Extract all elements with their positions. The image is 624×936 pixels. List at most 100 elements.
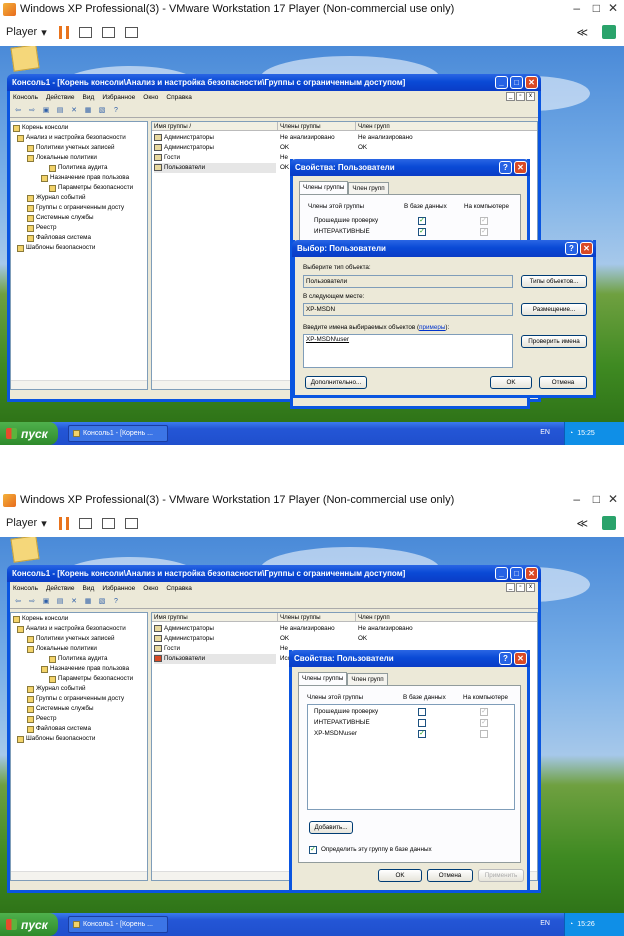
column-header-group[interactable]: Имя группы / bbox=[152, 122, 278, 131]
close-button[interactable]: ✕ bbox=[525, 76, 538, 89]
object-types-button[interactable]: Типы объектов... bbox=[521, 275, 587, 288]
list-item[interactable]: Прошедшие проверку bbox=[314, 217, 378, 224]
tab-member-of[interactable]: Член групп bbox=[348, 182, 389, 194]
language-indicator[interactable]: EN bbox=[540, 920, 550, 927]
up-folder-icon[interactable]: ▣ bbox=[41, 106, 51, 115]
menu-window[interactable]: Окно bbox=[143, 94, 158, 101]
maximize-button[interactable]: □ bbox=[510, 567, 523, 580]
horizontal-scrollbar[interactable] bbox=[11, 380, 147, 389]
tray-icon[interactable]: ◔ bbox=[569, 921, 573, 928]
forward-arrow-icon[interactable]: ⇨ bbox=[27, 106, 37, 115]
pause-icon[interactable] bbox=[58, 25, 69, 39]
vmware-maximize-button[interactable]: □ bbox=[593, 492, 600, 506]
vmware-close-button[interactable]: ✕ bbox=[608, 1, 618, 15]
checkbox[interactable]: ✓ bbox=[418, 217, 426, 225]
define-group-checkbox[interactable]: ✓ bbox=[309, 846, 317, 854]
child-close-button[interactable]: x bbox=[526, 92, 535, 101]
menu-action[interactable]: Действие bbox=[46, 94, 75, 101]
tray-icon[interactable]: ◔ bbox=[569, 430, 573, 437]
taskbar-item-mmc[interactable]: Консоль1 - [Корень ... bbox=[68, 916, 168, 933]
tree-item[interactable]: Файловая система bbox=[27, 233, 91, 243]
tree-item[interactable]: Анализ и настройка безопасности bbox=[17, 133, 126, 143]
column-header-member-of[interactable]: Член групп bbox=[356, 613, 537, 622]
ok-button[interactable]: OK bbox=[378, 869, 422, 882]
tree-item[interactable]: Локальные политики bbox=[27, 644, 97, 654]
table-row[interactable]: Администраторы bbox=[154, 624, 274, 634]
column-header-members[interactable]: Члены группы bbox=[278, 122, 356, 131]
player-menu[interactable]: Player ▾ bbox=[6, 517, 47, 530]
help-button[interactable]: ? bbox=[499, 161, 512, 174]
library-icon[interactable] bbox=[602, 516, 616, 530]
delete-icon[interactable]: ✕ bbox=[69, 106, 79, 115]
column-header-member-of[interactable]: Член групп bbox=[356, 122, 537, 131]
menu-favorites[interactable]: Избранное bbox=[102, 585, 135, 592]
back-icon[interactable]: ≪ bbox=[576, 26, 588, 39]
unity-icon[interactable] bbox=[124, 26, 138, 38]
close-button[interactable]: ✕ bbox=[514, 652, 527, 665]
language-indicator[interactable]: EN bbox=[540, 429, 550, 436]
tree-item[interactable]: Группы с ограниченным досту bbox=[27, 203, 124, 213]
table-row[interactable]: Администраторы bbox=[154, 133, 274, 143]
tree-item[interactable]: Шаблоны безопасности bbox=[17, 243, 95, 253]
list-item[interactable]: ИНТЕРАКТИВНЫЕ bbox=[314, 228, 370, 235]
child-minimize-button[interactable]: _ bbox=[506, 92, 515, 101]
properties-icon[interactable]: ▦ bbox=[83, 106, 93, 115]
tree-item[interactable]: Файловая система bbox=[27, 724, 91, 734]
table-row[interactable]: Администраторы bbox=[154, 634, 274, 644]
close-button[interactable]: ✕ bbox=[525, 567, 538, 580]
tree-item[interactable]: Локальные политики bbox=[27, 153, 97, 163]
add-button[interactable]: Добавить... bbox=[309, 821, 353, 834]
ok-button[interactable]: OK bbox=[490, 376, 532, 389]
send-keys-icon[interactable] bbox=[78, 517, 92, 529]
menu-console[interactable]: Консоль bbox=[13, 585, 38, 592]
start-button[interactable]: пуск bbox=[0, 913, 58, 936]
horizontal-scrollbar[interactable] bbox=[11, 871, 147, 880]
start-button[interactable]: пуск bbox=[0, 422, 58, 445]
up-folder-icon[interactable]: ▣ bbox=[41, 597, 51, 606]
player-menu[interactable]: Player ▾ bbox=[6, 26, 47, 39]
export-icon[interactable]: ▧ bbox=[97, 106, 107, 115]
menu-window[interactable]: Окно bbox=[143, 585, 158, 592]
fullscreen-icon[interactable] bbox=[101, 26, 115, 38]
properties-icon[interactable]: ▦ bbox=[83, 597, 93, 606]
show-tree-icon[interactable]: ▤ bbox=[55, 106, 65, 115]
tree-item[interactable]: Политики учетных записей bbox=[27, 143, 115, 153]
column-header-group[interactable]: Имя группы bbox=[152, 613, 278, 622]
library-icon[interactable] bbox=[602, 25, 616, 39]
tree-item[interactable]: Системные службы bbox=[27, 213, 94, 223]
tree-item[interactable]: Корень консоли bbox=[13, 614, 68, 624]
list-item[interactable]: Прошедшие проверку bbox=[314, 708, 378, 715]
tree-item[interactable]: Политика аудита bbox=[49, 654, 108, 664]
menu-console[interactable]: Консоль bbox=[13, 94, 38, 101]
menu-favorites[interactable]: Избранное bbox=[102, 94, 135, 101]
tree-item[interactable]: Группы с ограниченным досту bbox=[27, 694, 124, 704]
pause-icon[interactable] bbox=[58, 516, 69, 530]
tree-item[interactable]: Параметры безопасности bbox=[49, 183, 133, 193]
checkbox[interactable]: ✓ bbox=[418, 228, 426, 236]
tree-item[interactable]: Журнал событий bbox=[27, 684, 86, 694]
column-header-members[interactable]: Члены группы bbox=[278, 613, 356, 622]
minimize-button[interactable]: _ bbox=[495, 76, 508, 89]
cancel-button[interactable]: Отмена bbox=[427, 869, 473, 882]
examples-link[interactable]: примеры bbox=[419, 324, 445, 331]
tab-members[interactable]: Члены группы bbox=[299, 181, 349, 194]
checkbox[interactable]: ✓ bbox=[418, 730, 426, 738]
table-row-selected[interactable]: Пользователи bbox=[154, 654, 276, 664]
menu-action[interactable]: Действие bbox=[46, 585, 75, 592]
help-button[interactable]: ? bbox=[565, 242, 578, 255]
menu-view[interactable]: Вид bbox=[83, 94, 95, 101]
send-keys-icon[interactable] bbox=[78, 26, 92, 38]
child-close-button[interactable]: x bbox=[526, 583, 535, 592]
child-restore-button[interactable]: ▫ bbox=[516, 583, 525, 592]
back-arrow-icon[interactable]: ⇦ bbox=[13, 106, 23, 115]
close-button[interactable]: ✕ bbox=[514, 161, 527, 174]
tree-item[interactable]: Шаблоны безопасности bbox=[17, 734, 95, 744]
child-restore-button[interactable]: ▫ bbox=[516, 92, 525, 101]
advanced-button[interactable]: Дополнительно... bbox=[305, 376, 367, 389]
locations-button[interactable]: Размещение... bbox=[521, 303, 587, 316]
tab-members[interactable]: Члены группы bbox=[298, 672, 348, 685]
vmware-maximize-button[interactable]: □ bbox=[593, 1, 600, 15]
show-tree-icon[interactable]: ▤ bbox=[55, 597, 65, 606]
tree-item[interactable]: Корень консоли bbox=[13, 123, 68, 133]
names-input[interactable]: XP-MSDN\user bbox=[303, 334, 513, 368]
